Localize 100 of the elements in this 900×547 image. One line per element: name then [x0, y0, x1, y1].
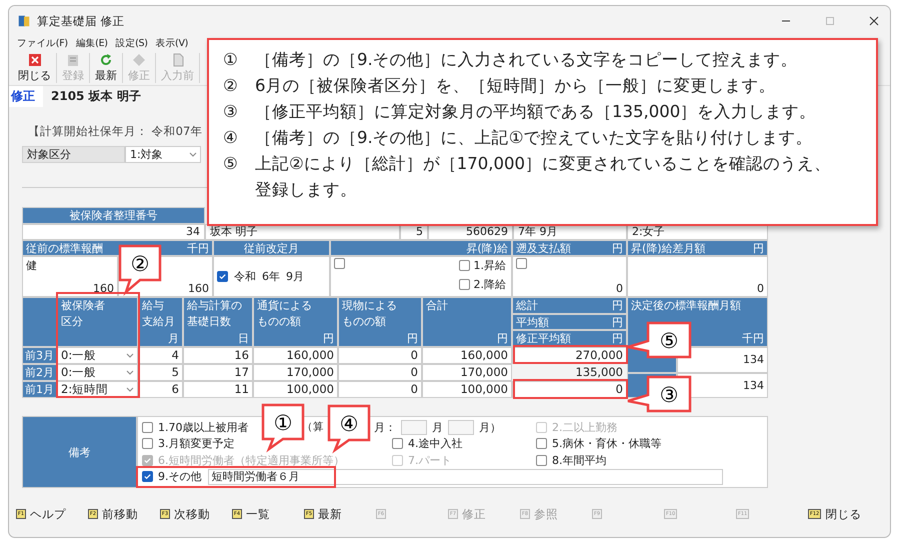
header-label: 区分: [61, 314, 83, 330]
checkbox[interactable]: [458, 279, 470, 290]
header-label: 合計: [426, 298, 448, 314]
step-number: ②: [223, 75, 239, 97]
unit-label: 月: [168, 331, 179, 346]
cell-value: 0: [757, 282, 764, 295]
unit-label: 円: [497, 331, 508, 346]
step-text: 6月の［被保険者区分］を、［短時間］から［一般］に変更します。: [255, 75, 776, 97]
checkbox-label: 7.パート: [408, 452, 452, 468]
checkbox-label: 6.短時間労働者（特定適用事業所等）: [158, 452, 344, 468]
table-cell: 100,000: [422, 381, 512, 398]
table-header-cell: 従前改定月: [213, 240, 330, 256]
cell-value: 健: [26, 258, 38, 273]
checkbox-label: 5.病休・育休・休職等: [552, 436, 662, 452]
category-dropdown[interactable]: 0:一般: [57, 364, 138, 381]
table-cell: 11: [183, 381, 253, 398]
checkbox[interactable]: [392, 438, 403, 450]
step-number: ④: [223, 127, 239, 149]
table-cell: 0: [338, 381, 422, 398]
toolbar-button[interactable]: 閉じる: [13, 53, 57, 83]
book-icon: [17, 14, 31, 28]
step-number: ①: [223, 49, 239, 71]
checkbox-label: 4.途中入社: [408, 436, 462, 452]
checkbox-label: 2.二以上勤務: [552, 420, 618, 434]
header-label: 総計: [516, 298, 538, 313]
checkbox[interactable]: [217, 271, 228, 282]
checkbox[interactable]: [142, 471, 153, 482]
cell-value: 160: [188, 282, 209, 295]
step-text: ［備考］の［9.その他］に入力されている文字をコピーして控えます。: [255, 49, 799, 71]
table-header-cell: 被保険者整理番号: [22, 207, 205, 224]
window-title: 算定基礎届 修正: [37, 14, 125, 28]
period-label: 【計算開始社保年月： 令和07年: [28, 124, 202, 138]
chevron-icon: [126, 353, 134, 359]
input-field[interactable]: [448, 420, 474, 434]
unit-label: 千円: [187, 241, 209, 255]
unit-label: 円: [612, 331, 623, 346]
header-label: 平均額: [516, 314, 549, 330]
input-field[interactable]: [401, 420, 427, 434]
checkbox[interactable]: [458, 260, 470, 271]
target-dropdown[interactable]: 1:対象: [125, 146, 201, 163]
checkbox[interactable]: [142, 422, 153, 432]
field-label: 対象区分: [22, 146, 125, 163]
toolbar-button[interactable]: 最新: [90, 53, 123, 83]
cell-value: 6年: [262, 269, 280, 284]
header-label: 基礎日数: [187, 314, 231, 330]
checkbox[interactable]: [142, 438, 153, 450]
step-text: ［備考］の［9.その他］に、上記①で控えていた文字を貼り付けします。: [255, 127, 814, 149]
callout-bubble: ③: [626, 375, 692, 413]
header-label: 昇(降)給差月額: [631, 241, 706, 255]
table-cell: 0: [338, 364, 422, 381]
unit-label: 円: [612, 241, 623, 255]
unit-label: 円: [753, 241, 764, 255]
table-cell: 160,000: [253, 347, 338, 364]
checkbox[interactable]: [516, 258, 527, 269]
checkbox-label: 2.降給: [474, 277, 506, 292]
table-cell: 100,000: [253, 381, 338, 398]
page-icon: [170, 53, 184, 67]
checkbox[interactable]: [536, 438, 547, 450]
callout-bubble: ②: [118, 244, 162, 294]
chevron-icon: [189, 152, 197, 158]
checkbox[interactable]: [334, 258, 345, 269]
table-cell: 5: [138, 364, 183, 381]
menu-item[interactable]: ファイル(F): [17, 37, 68, 50]
table-cell: 170,000: [422, 364, 512, 381]
step-number: ⑤: [223, 153, 239, 175]
menu-item[interactable]: 設定(S): [116, 37, 148, 50]
checkbox[interactable]: [536, 454, 547, 466]
unit-label: 日: [238, 331, 249, 346]
header-label: 現物による: [342, 298, 397, 314]
cell-value: 160: [93, 282, 114, 295]
cell-value: 0: [616, 282, 623, 295]
row-header-cell: 前1月: [22, 381, 57, 398]
header-label: ものの額: [257, 314, 301, 330]
table-cell: 170,000: [253, 364, 338, 381]
menu-item[interactable]: 編集(E): [76, 37, 108, 50]
unit-label: 円: [612, 314, 623, 330]
field-label: （算: [302, 420, 324, 434]
mode-label: 修正: [9, 86, 43, 106]
unit-label: 千円: [742, 331, 764, 346]
chevron-icon: [126, 387, 134, 393]
header-label: 被保険者: [61, 298, 105, 314]
table-cell: 16: [183, 347, 253, 364]
document-icon: [66, 53, 80, 67]
checkbox-label: 8.年間平均: [552, 452, 606, 468]
table-cell: 160,000: [422, 347, 512, 364]
chevron-icon: [126, 370, 134, 376]
close-icon[interactable]: [868, 15, 880, 27]
row-header-cell: 前2月: [22, 364, 57, 381]
header-label: 給与計算の: [187, 298, 242, 314]
unit-label: 月）: [479, 420, 501, 434]
input-field[interactable]: 短時間労働者６月: [208, 468, 722, 485]
table-cell: 0: [338, 347, 422, 364]
table-cell: 17: [183, 364, 253, 381]
refresh-icon: [99, 53, 113, 67]
table-cell: 6: [138, 381, 183, 398]
checkbox-label: 1.70歳以上被用者: [158, 420, 250, 434]
menu-item[interactable]: 表示(V): [156, 37, 188, 50]
header-label: ものの額: [342, 314, 386, 330]
input-field[interactable]: 0: [512, 381, 627, 398]
category-dropdown[interactable]: 0:一般: [57, 347, 138, 364]
